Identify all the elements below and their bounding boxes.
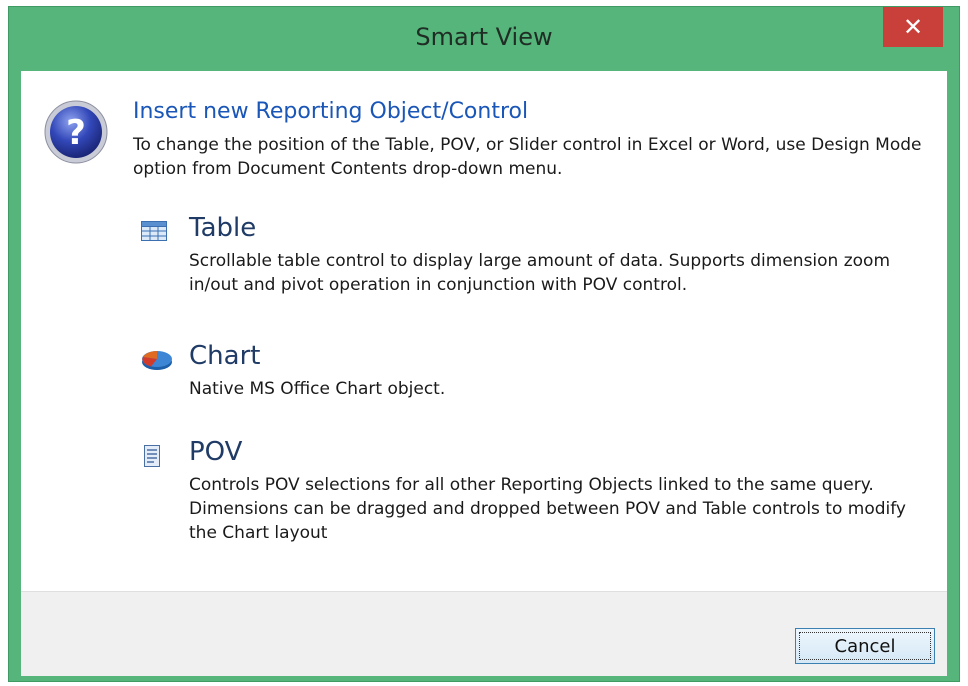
option-chart-description: Native MS Office Chart object. [189,379,446,399]
option-chart-title: Chart [189,341,261,371]
question-icon: ? [43,99,109,169]
svg-text:?: ? [66,113,86,153]
dialog-body: ? Insert new Reporting Object/Control To… [21,71,947,676]
dialog-window: Smart View ✕ ? Insert new Reporting Obje… [8,6,960,682]
cancel-button[interactable]: Cancel [795,628,935,664]
pov-icon [141,445,163,471]
title-bar[interactable]: Smart View ✕ [9,7,959,67]
option-table-description: Scrollable table control to display larg… [189,251,891,295]
dialog-description: To change the position of the Table, POV… [133,135,922,179]
dialog-heading: Insert new Reporting Object/Control [133,99,529,124]
dialog-footer: Cancel [21,591,947,676]
content-area: ? Insert new Reporting Object/Control To… [21,71,947,591]
close-icon: ✕ [902,13,924,41]
close-button[interactable]: ✕ [883,7,943,47]
option-pov-title: POV [189,437,243,467]
window-title: Smart View [415,23,553,51]
option-pov-description: Controls POV selections for all other Re… [189,475,906,543]
chart-icon [141,349,173,375]
option-table-title: Table [189,213,257,243]
table-icon [141,221,167,245]
focus-ring [799,632,931,660]
